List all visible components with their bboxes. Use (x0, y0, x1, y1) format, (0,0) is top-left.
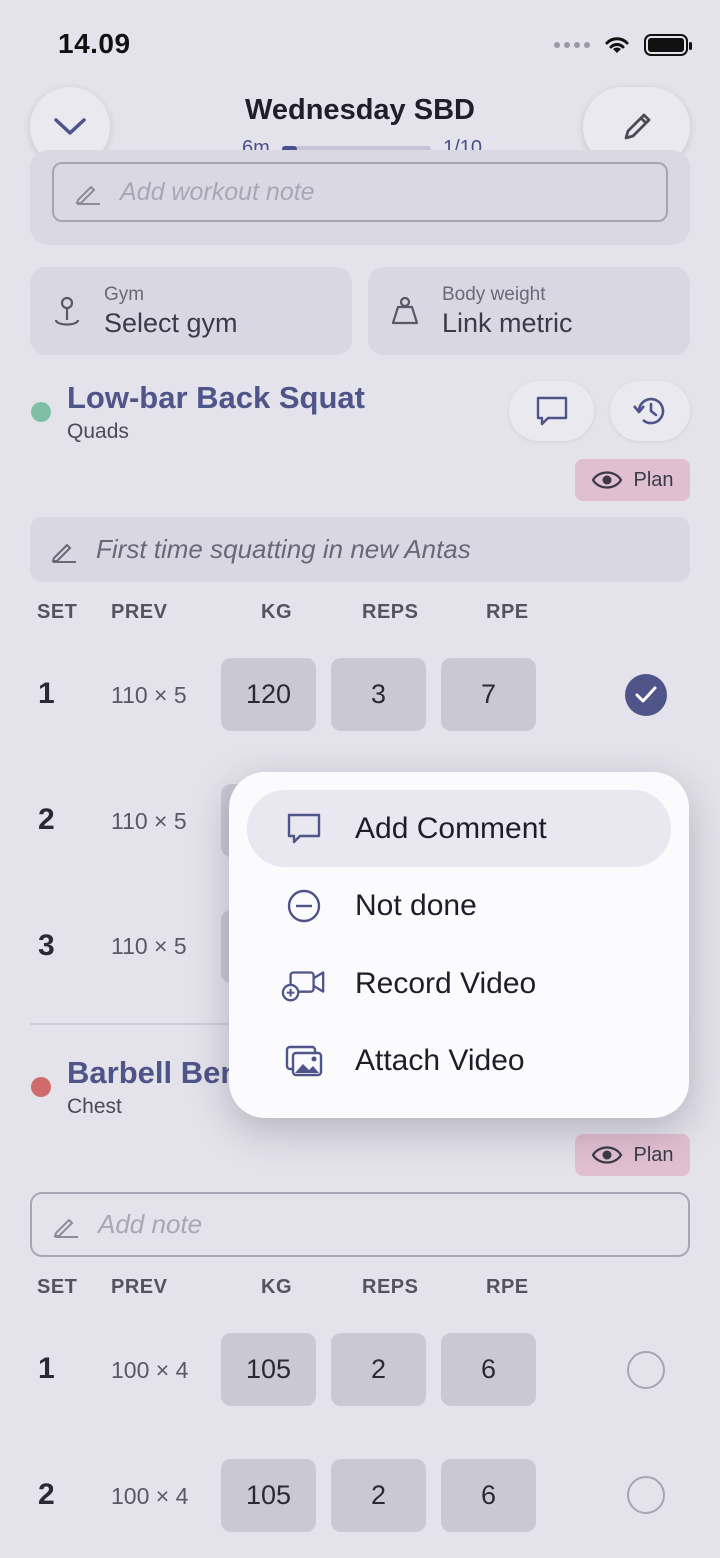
history-icon (633, 397, 665, 425)
exercise-comment-button[interactable] (509, 381, 594, 441)
set-context-menu: Add Comment Not done Record Video Attach… (229, 772, 689, 1118)
col-kg: KG (261, 601, 292, 623)
pencil-icon (75, 185, 100, 205)
pencil-icon (51, 543, 76, 563)
rpe-input[interactable]: 6 (441, 1459, 536, 1532)
rpe-input[interactable]: 7 (441, 658, 536, 731)
col-rpe: RPE (486, 1276, 529, 1298)
pencil-icon (53, 1218, 78, 1238)
cellular-signal-icon (554, 42, 590, 48)
eye-icon (592, 1146, 623, 1164)
col-kg: KG (261, 1276, 292, 1298)
exercise-note-placeholder: Add note (98, 1209, 203, 1239)
exercise-muscle: Quads (67, 420, 129, 443)
plan-button[interactable]: Plan (575, 459, 690, 501)
set-number: 1 (38, 677, 55, 710)
set-complete-checkbox[interactable] (625, 674, 667, 716)
weight-scale-icon (391, 296, 419, 325)
set-number: 2 (38, 803, 55, 836)
reps-input[interactable]: 2 (331, 1459, 426, 1532)
menu-item-label: Not done (355, 888, 477, 922)
menu-item-label: Attach Video (355, 1043, 525, 1077)
menu-item-record-video[interactable]: Record Video (247, 945, 671, 1022)
reps-input[interactable]: 2 (331, 1333, 426, 1406)
exercise-history-button[interactable] (610, 381, 690, 441)
set-number: 1 (38, 1352, 55, 1385)
col-set: SET (37, 1276, 78, 1298)
exercise-note-text: First time squatting in new Antas (96, 534, 471, 564)
col-set: SET (37, 601, 78, 623)
set-number: 2 (38, 1478, 55, 1511)
kg-input[interactable]: 105 (221, 1333, 316, 1406)
battery-icon (644, 34, 692, 56)
minus-circle-icon (287, 889, 321, 922)
plan-label: Plan (633, 1143, 674, 1166)
col-reps: REPS (362, 1276, 419, 1298)
menu-item-label: Add Comment (355, 811, 547, 845)
set-number: 3 (38, 929, 55, 962)
set-prev: 100 × 4 (111, 1483, 189, 1509)
set-complete-checkbox[interactable] (627, 1351, 665, 1389)
workout-note-card: Add workout note (30, 150, 690, 245)
video-add-icon (281, 970, 325, 1001)
checkmark-icon (635, 686, 657, 703)
workout-note-placeholder: Add workout note (120, 177, 315, 206)
set-prev: 110 × 5 (111, 933, 187, 959)
location-pin-icon (54, 296, 80, 326)
photo-stack-icon (285, 1045, 323, 1076)
rpe-input[interactable]: 6 (441, 1333, 536, 1406)
body-weight-label: Body weight (442, 283, 546, 305)
workout-screen: 14.09 Wednesday SBD 6m 1/10 Add workout … (0, 0, 720, 1558)
gym-label: Gym (104, 283, 145, 305)
body-weight-value: Link metric (442, 307, 573, 338)
exercise-muscle: Chest (67, 1095, 122, 1118)
set-prev: 100 × 4 (111, 1357, 189, 1383)
plan-button[interactable]: Plan (575, 1134, 690, 1176)
comment-icon (536, 396, 567, 426)
status-time: 14.09 (58, 28, 131, 59)
gym-selector[interactable]: Gym Select gym (30, 267, 352, 355)
col-prev: PREV (111, 601, 168, 623)
exercise-name[interactable]: Low-bar Back Squat (67, 380, 365, 416)
pencil-icon (624, 113, 650, 140)
menu-item-not-done[interactable]: Not done (247, 867, 671, 944)
set-complete-checkbox[interactable] (627, 1476, 665, 1514)
exercise-name[interactable]: Barbell Ben (67, 1055, 239, 1091)
menu-item-attach-video[interactable]: Attach Video (247, 1022, 671, 1099)
menu-item-label: Record Video (355, 966, 537, 1000)
workout-note-field[interactable]: Add workout note (52, 162, 668, 222)
kg-input[interactable]: 120 (221, 658, 316, 731)
plan-label: Plan (633, 468, 674, 491)
set-prev: 110 × 5 (111, 808, 187, 834)
col-rpe: RPE (486, 601, 529, 623)
exercise-color-dot (31, 1077, 51, 1097)
exercise-color-dot (31, 402, 51, 422)
exercise-note-field[interactable]: First time squatting in new Antas (30, 517, 690, 582)
col-reps: REPS (362, 601, 419, 623)
menu-item-add-comment[interactable]: Add Comment (247, 790, 671, 867)
wifi-icon (605, 37, 629, 53)
comment-icon (287, 813, 321, 843)
exercise-note-field[interactable]: Add note (30, 1192, 690, 1257)
eye-icon (592, 471, 623, 489)
reps-input[interactable]: 3 (331, 658, 426, 731)
set-prev: 110 × 5 (111, 682, 187, 708)
col-prev: PREV (111, 1276, 168, 1298)
status-icons (554, 34, 692, 56)
gym-value: Select gym (104, 307, 238, 338)
body-weight-selector[interactable]: Body weight Link metric (368, 267, 690, 355)
kg-input[interactable]: 105 (221, 1459, 316, 1532)
